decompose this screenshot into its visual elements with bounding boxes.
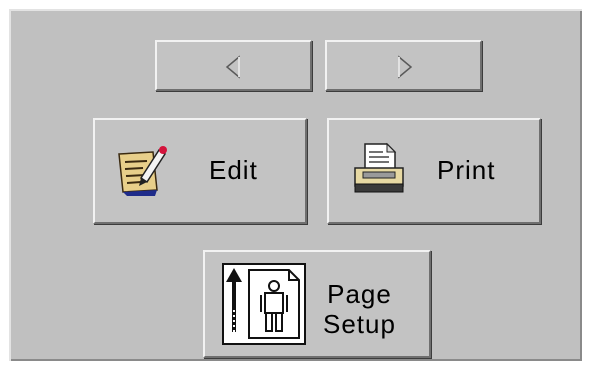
page-setup-icon [222,263,306,345]
right-arrow-icon [398,55,413,79]
printer-icon [354,142,404,193]
toolbar-panel: Edit Print Page Setup [9,9,582,361]
edit-icon [118,146,167,196]
page-setup-label: Page Setup [323,279,396,340]
print-label: Print [437,155,496,185]
page-setup-label-line1: Page [327,279,392,309]
next-button[interactable] [325,40,482,91]
page-setup-label-line2: Setup [323,308,396,339]
previous-button[interactable] [155,40,312,91]
left-arrow-icon [225,55,240,79]
edit-button[interactable]: Edit [93,118,307,224]
edit-label: Edit [209,155,258,185]
print-button[interactable]: Print [327,118,541,224]
page-setup-button[interactable]: Page Setup [203,250,431,358]
